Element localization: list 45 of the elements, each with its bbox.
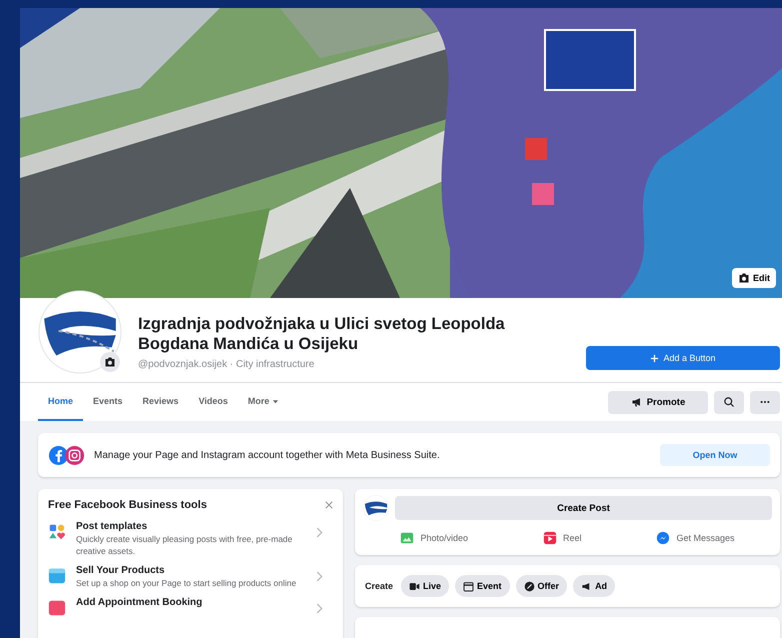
chevron-icon[interactable] bbox=[316, 527, 323, 538]
tool-title[interactable]: Sell Your Products bbox=[76, 565, 306, 576]
create-chip[interactable]: Offer bbox=[516, 575, 568, 597]
page-tab[interactable]: Reviews bbox=[132, 383, 189, 421]
tool-description: Set up a shop on your Page to start selling products online bbox=[76, 577, 298, 589]
megaphone-icon bbox=[630, 396, 643, 408]
close-icon[interactable] bbox=[325, 501, 333, 509]
open-now-button[interactable]: Open Now bbox=[660, 444, 770, 466]
chevron-icon[interactable] bbox=[316, 571, 323, 582]
banner-text: Manage your Page and Instagram account together with Meta Business Suite. bbox=[94, 450, 440, 460]
page-tab[interactable]: Videos bbox=[188, 383, 238, 421]
create-chip[interactable]: Ad bbox=[573, 575, 616, 597]
plus-icon bbox=[650, 354, 660, 362]
create-chip[interactable]: Live bbox=[401, 575, 450, 597]
page-tab[interactable]: Events bbox=[83, 383, 133, 421]
facebook-instagram-icon bbox=[48, 444, 86, 466]
shapes-icon bbox=[48, 523, 66, 541]
add-a-button[interactable]: Add a Button bbox=[586, 346, 780, 370]
road-logo-avatar bbox=[363, 495, 389, 521]
post-action[interactable]: Photo/video bbox=[394, 527, 474, 549]
megaphone-icon bbox=[581, 580, 592, 592]
page-tab[interactable]: More bbox=[238, 383, 290, 421]
camera-icon bbox=[738, 272, 750, 284]
camera-icon[interactable] bbox=[100, 352, 120, 372]
photo-icon bbox=[400, 531, 414, 545]
promote-button[interactable]: Promote bbox=[608, 390, 708, 414]
page-name: Izgradnja podvožnjaka u Ulici svetog Leopolda Bogdana Mandića u Osijeku bbox=[138, 314, 506, 354]
tool-description: Quickly create visually pleasing posts with free, pre-made creative assets. bbox=[76, 533, 294, 557]
create-post-button[interactable]: Create Post bbox=[395, 496, 772, 520]
post-action[interactable]: Reel bbox=[537, 527, 588, 549]
search-icon bbox=[723, 396, 735, 408]
search-button[interactable] bbox=[714, 390, 744, 414]
chevron-icon[interactable] bbox=[316, 603, 323, 614]
card-title: Free Facebook Business tools bbox=[48, 499, 207, 511]
create-label: Create bbox=[365, 581, 394, 591]
tool-title[interactable]: Add Appointment Booking bbox=[76, 597, 306, 608]
tool-title[interactable]: Post templates bbox=[76, 521, 306, 532]
edit-cover-button[interactable]: Edit bbox=[732, 268, 776, 288]
play-icon bbox=[543, 531, 557, 545]
create-chip[interactable]: Event bbox=[455, 575, 510, 597]
post-action[interactable]: Get Messages bbox=[650, 527, 741, 549]
more-options-button[interactable] bbox=[750, 390, 780, 414]
page-handle: @podvoznjak.osijek · City infrastructure bbox=[138, 359, 316, 370]
video-camera-icon bbox=[409, 580, 420, 592]
messenger-icon bbox=[656, 531, 670, 545]
